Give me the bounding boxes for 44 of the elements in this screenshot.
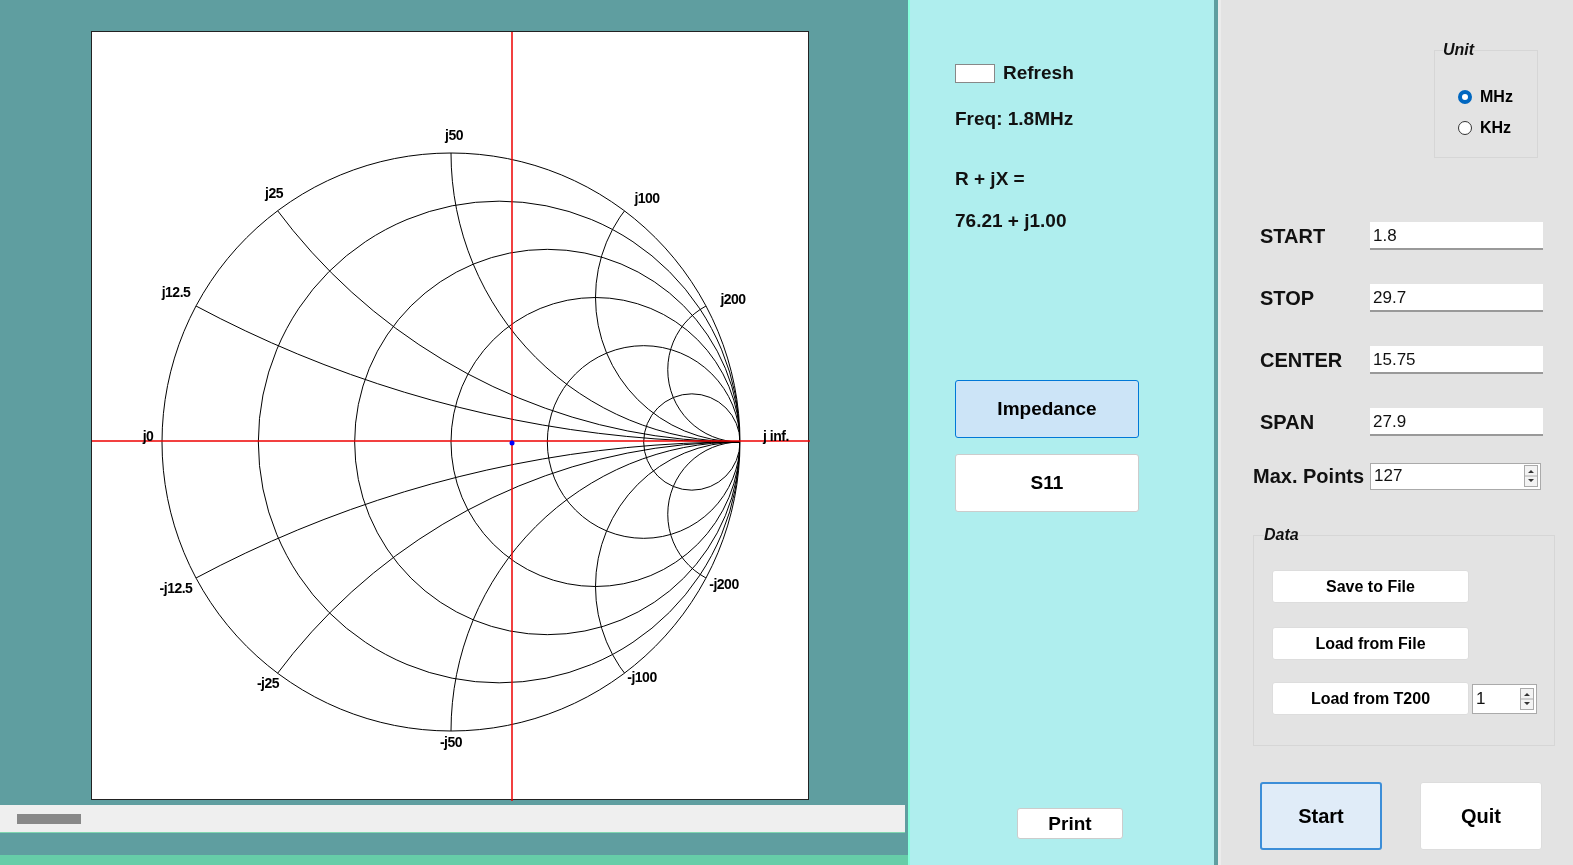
reactance-label: j100 [634,190,660,206]
reactance-label: j25 [265,185,283,201]
input-field[interactable]: 1.8 [1370,222,1543,250]
field-label: CENTER [1259,348,1344,372]
frequency-readout: Freq: 1.8MHz [955,108,1075,130]
mode-button[interactable]: Impedance [955,380,1139,438]
reactance-label: -j50 [439,734,463,750]
field-label: Max. Points [1252,464,1366,488]
reactance-label: -j12.5 [159,580,193,596]
mode-button[interactable]: S11 [955,454,1139,512]
action-button[interactable]: Quit [1420,782,1542,850]
reactance-label: j0 [142,428,154,444]
refresh-label: Refresh [1003,62,1074,84]
radio-label[interactable]: MHz [1480,87,1513,106]
data-button[interactable]: Save to File [1272,570,1469,603]
spinner-field[interactable]: 127 [1370,462,1541,490]
field-label: STOP [1259,286,1316,310]
reactance-label: j inf. [763,428,789,444]
data-button[interactable]: Load from File [1272,627,1469,660]
spinner-field[interactable]: 1 [1472,683,1537,714]
input-field[interactable]: 29.7 [1370,284,1543,312]
impedance-value: 76.21 + j1.00 [955,210,1068,232]
reactance-label: j12.5 [161,284,191,300]
reactance-label: j50 [445,127,463,143]
refresh-indicator [955,63,995,83]
radio-button[interactable] [1458,120,1472,135]
action-button[interactable]: Start [1260,782,1382,850]
reactance-label: -j200 [709,576,739,592]
input-field[interactable]: 27.9 [1370,408,1543,436]
scrollbar-thumb[interactable] [17,813,81,824]
print-button[interactable]: Print [1017,808,1123,839]
impedance-label: R + jX = [955,168,1026,190]
reactance-label: j200 [720,291,746,307]
reactance-label: -j100 [627,669,657,685]
reactance-label: -j25 [256,675,280,691]
field-label: SPAN [1259,410,1316,434]
radio-button[interactable] [1458,89,1472,104]
field-label: START [1259,224,1327,248]
horizontal-scrollbar[interactable] [0,805,905,833]
data-button[interactable]: Load from T200 [1272,682,1469,715]
input-field[interactable]: 15.75 [1370,346,1543,374]
spinner-arrows-icon[interactable] [1524,465,1538,487]
spinner-arrows-icon[interactable] [1520,687,1534,710]
radio-label[interactable]: KHz [1480,118,1512,137]
